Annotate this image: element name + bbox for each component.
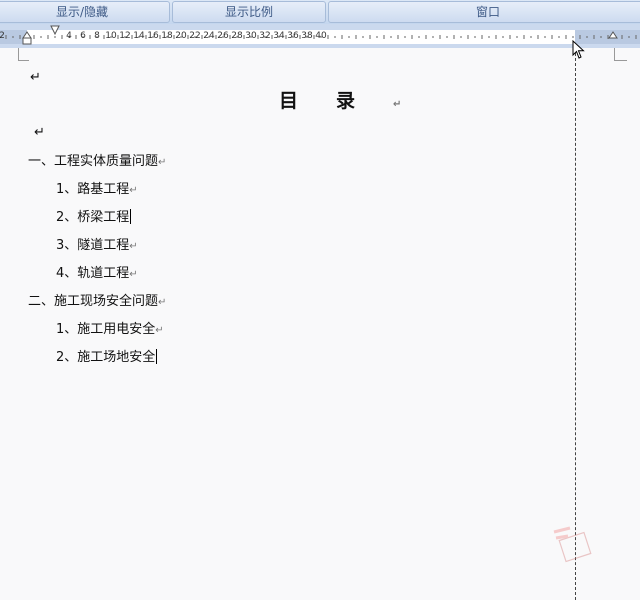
toc-item-bridge[interactable]: 2、桥梁工程 [56, 206, 132, 225]
ruler-markers [22, 25, 618, 45]
ribbon-group-bar: 显示/隐藏 显示比例 窗口 [0, 0, 640, 25]
top-left-margin-corner [18, 48, 29, 61]
toc-item-site[interactable]: 2、施工场地安全 [56, 346, 158, 365]
watermark-stamp-icon [553, 526, 592, 563]
toc-item-text: 4、轨道工程 [56, 266, 130, 281]
paragraph-mark: ↵ [129, 269, 138, 280]
toc-item-track[interactable]: 4、轨道工程↵ [56, 262, 138, 281]
paragraph-mark: ↵ [129, 241, 138, 252]
toc-item-text: 二、施工现场安全问题 [28, 294, 159, 309]
toc-item-safety[interactable]: 二、施工现场安全问题↵ [28, 290, 166, 309]
toc-title[interactable]: 目录↵ [279, 86, 401, 113]
text-caret [130, 209, 132, 224]
show-hide-group-label[interactable]: 显示/隐藏 [0, 1, 170, 23]
zoom-group-label[interactable]: 显示比例 [172, 1, 326, 23]
text-caret [156, 349, 158, 364]
paragraph-mark: ↵ [158, 297, 167, 308]
window-group-label[interactable]: 窗口 [328, 1, 640, 23]
horizontal-ruler[interactable]: 2 4 6 8 10 12 14 16 18 20 22 24 26 28 30 32 34 36 38 40 [0, 25, 640, 45]
paragraph-mark: ↵ [129, 185, 138, 196]
toc-item-electrical[interactable]: 1、施工用电安全↵ [56, 318, 164, 337]
toc-item-tunnel[interactable]: 3、隧道工程↵ [56, 234, 138, 253]
top-right-margin-corner [614, 48, 627, 61]
right-margin-guide [575, 48, 576, 600]
empty-paragraph-mark: ↵ [34, 125, 45, 140]
toc-title-text: 目录 [279, 90, 394, 112]
empty-paragraph-mark: ↵ [30, 70, 41, 85]
right-indent-marker[interactable] [608, 31, 618, 39]
hanging-indent-marker[interactable] [22, 31, 32, 39]
toc-item-text: 1、路基工程 [56, 182, 130, 197]
toc-item-subgrade[interactable]: 1、路基工程↵ [56, 178, 138, 197]
paragraph-mark: ↵ [155, 325, 164, 336]
toc-item-quality[interactable]: 一、工程实体质量问题↵ [28, 150, 166, 169]
toc-item-text: 2、桥梁工程 [56, 210, 130, 225]
toc-item-text: 3、隧道工程 [56, 238, 130, 253]
toc-item-text: 2、施工场地安全 [56, 350, 156, 365]
left-indent-marker[interactable] [22, 37, 32, 45]
mouse-pointer-icon [572, 40, 585, 59]
toc-item-text: 一、工程实体质量问题 [28, 154, 159, 169]
first-line-indent-marker[interactable] [50, 25, 60, 36]
paragraph-mark: ↵ [158, 157, 167, 168]
paragraph-mark: ↵ [393, 99, 402, 110]
toc-item-text: 1、施工用电安全 [56, 322, 156, 337]
